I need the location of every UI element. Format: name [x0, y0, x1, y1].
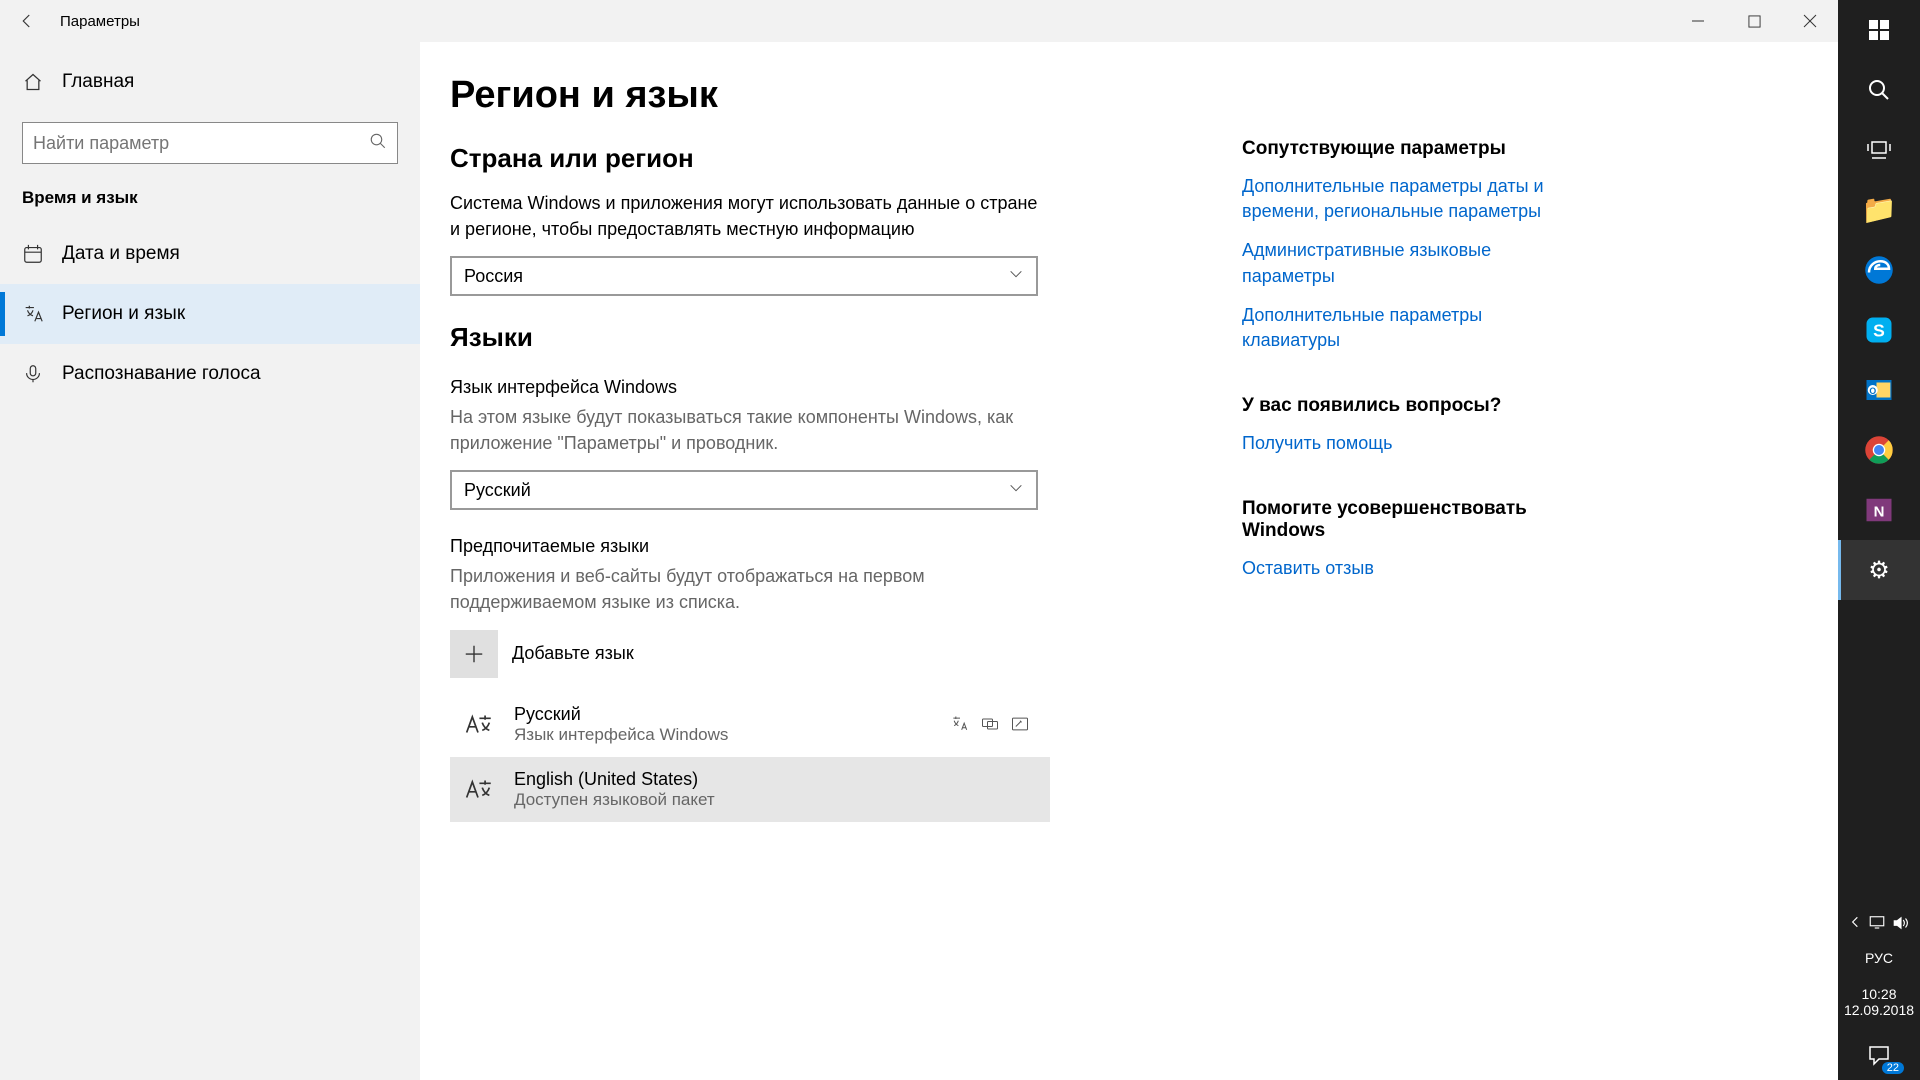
help-link[interactable]: Получить помощь — [1242, 431, 1582, 456]
related-link-admin-lang[interactable]: Административные языковые параметры — [1242, 238, 1582, 288]
microphone-icon — [22, 363, 44, 385]
nav-item-label: Распознавание голоса — [62, 363, 261, 385]
svg-text:S: S — [1873, 320, 1885, 340]
page-title: Регион и язык — [450, 74, 1130, 117]
folder-icon: 📁 — [1862, 196, 1897, 224]
search-field[interactable] — [33, 133, 369, 154]
sidebar: Главная Время и язык Дата и время — [0, 42, 420, 1080]
nav-speech[interactable]: Распознавание голоса — [0, 344, 420, 404]
language-name: English (United States) — [514, 769, 715, 790]
nav-home-label: Главная — [62, 71, 134, 93]
display-language-value: Русский — [464, 480, 531, 501]
window-title: Параметры — [54, 13, 140, 30]
language-item-english[interactable]: English (United States) Доступен языково… — [450, 757, 1050, 822]
related-sidebar: Сопутствующие параметры Дополнительные п… — [1242, 74, 1582, 1080]
maximize-button[interactable] — [1726, 0, 1782, 42]
preferred-languages-desc: Приложения и веб-сайты будут отображатьс… — [450, 563, 1040, 615]
settings-window: Параметры Главная — [0, 0, 1838, 1080]
nav-item-label: Дата и время — [62, 243, 180, 265]
chevron-down-icon — [1008, 266, 1024, 287]
taskbar-app-onenote[interactable]: N — [1838, 480, 1920, 540]
text-to-speech-feature-icon — [980, 714, 1000, 734]
network-icon[interactable] — [1868, 915, 1886, 936]
country-description: Система Windows и приложения могут испол… — [450, 190, 1040, 242]
language-name: Русский — [514, 704, 728, 725]
start-button[interactable] — [1838, 0, 1920, 60]
minimize-button[interactable] — [1670, 0, 1726, 42]
gear-icon: ⚙ — [1868, 556, 1890, 585]
nav-home[interactable]: Главная — [0, 54, 420, 110]
tray-area[interactable] — [1848, 909, 1910, 942]
related-link-datetime[interactable]: Дополнительные параметры даты и времени,… — [1242, 174, 1582, 224]
search-icon — [369, 132, 387, 155]
taskbar-app-edge[interactable] — [1838, 240, 1920, 300]
help-title: У вас появились вопросы? — [1242, 395, 1582, 417]
country-dropdown[interactable]: Россия — [450, 256, 1038, 296]
language-glyph-icon — [458, 769, 498, 809]
country-value: Россия — [464, 266, 523, 287]
sidebar-section-title: Время и язык — [0, 182, 420, 224]
tray-time: 10:28 — [1844, 986, 1914, 1002]
language-glyph-icon — [458, 704, 498, 744]
language-subtext: Язык интерфейса Windows — [514, 725, 728, 745]
taskbar-app-skype[interactable]: S — [1838, 300, 1920, 360]
handwriting-feature-icon — [1010, 714, 1030, 734]
taskbar-app-chrome[interactable] — [1838, 420, 1920, 480]
tray-language[interactable]: РУС — [1865, 942, 1893, 974]
language-item-russian[interactable]: Русский Язык интерфейса Windows — [450, 692, 1050, 757]
home-icon — [22, 72, 44, 92]
country-section-heading: Страна или регион — [450, 143, 1130, 174]
content-area: Регион и язык Страна или регион Система … — [420, 42, 1838, 1080]
add-language-row[interactable]: Добавьте язык — [450, 630, 1130, 678]
search-input[interactable] — [22, 122, 398, 164]
clock-icon — [22, 243, 44, 265]
taskbar-app-explorer[interactable]: 📁 — [1838, 180, 1920, 240]
skype-icon: S — [1864, 315, 1894, 345]
add-language-button[interactable] — [450, 630, 498, 678]
taskbar-app-settings[interactable]: ⚙ — [1838, 540, 1920, 600]
nav-item-label: Регион и язык — [62, 303, 185, 325]
display-language-dropdown[interactable]: Русский — [450, 470, 1038, 510]
action-center-button[interactable]: 22 — [1838, 1030, 1920, 1080]
action-center-badge: 22 — [1882, 1062, 1904, 1074]
display-language-feature-icon — [950, 714, 970, 734]
chrome-icon — [1864, 435, 1894, 465]
nav-date-time[interactable]: Дата и время — [0, 224, 420, 284]
display-language-desc: На этом языке будут показываться такие к… — [450, 404, 1040, 456]
add-language-label: Добавьте язык — [512, 643, 634, 664]
edge-icon — [1864, 255, 1894, 285]
taskbar-app-outlook[interactable]: O — [1838, 360, 1920, 420]
related-title: Сопутствующие параметры — [1242, 138, 1582, 160]
nav-region-language[interactable]: Регион и язык — [0, 284, 420, 344]
search-button[interactable] — [1838, 60, 1920, 120]
back-button[interactable] — [0, 0, 54, 42]
onenote-icon: N — [1864, 495, 1894, 525]
chevron-down-icon — [1008, 480, 1024, 501]
tray-overflow-icon[interactable] — [1848, 915, 1862, 936]
feedback-link[interactable]: Оставить отзыв — [1242, 556, 1582, 581]
outlook-icon: O — [1864, 375, 1894, 405]
display-language-label: Язык интерфейса Windows — [450, 377, 1130, 398]
taskbar: 📁 S O N ⚙ РУС 10:28 12.09.2018 — [1838, 0, 1920, 1080]
language-icon — [22, 303, 44, 325]
close-button[interactable] — [1782, 0, 1838, 42]
volume-icon[interactable] — [1892, 915, 1910, 936]
language-subtext: Доступен языковой пакет — [514, 790, 715, 810]
preferred-languages-label: Предпочитаемые языки — [450, 536, 1130, 557]
task-view-button[interactable] — [1838, 120, 1920, 180]
languages-section-heading: Языки — [450, 322, 1130, 353]
feedback-title: Помогите усовершенствовать Windows — [1242, 498, 1582, 542]
svg-text:N: N — [1874, 503, 1885, 520]
tray-clock[interactable]: 10:28 12.09.2018 — [1844, 974, 1914, 1030]
titlebar: Параметры — [0, 0, 1838, 42]
tray-date: 12.09.2018 — [1844, 1002, 1914, 1018]
related-link-keyboard[interactable]: Дополнительные параметры клавиатуры — [1242, 303, 1582, 353]
svg-text:O: O — [1869, 386, 1876, 396]
